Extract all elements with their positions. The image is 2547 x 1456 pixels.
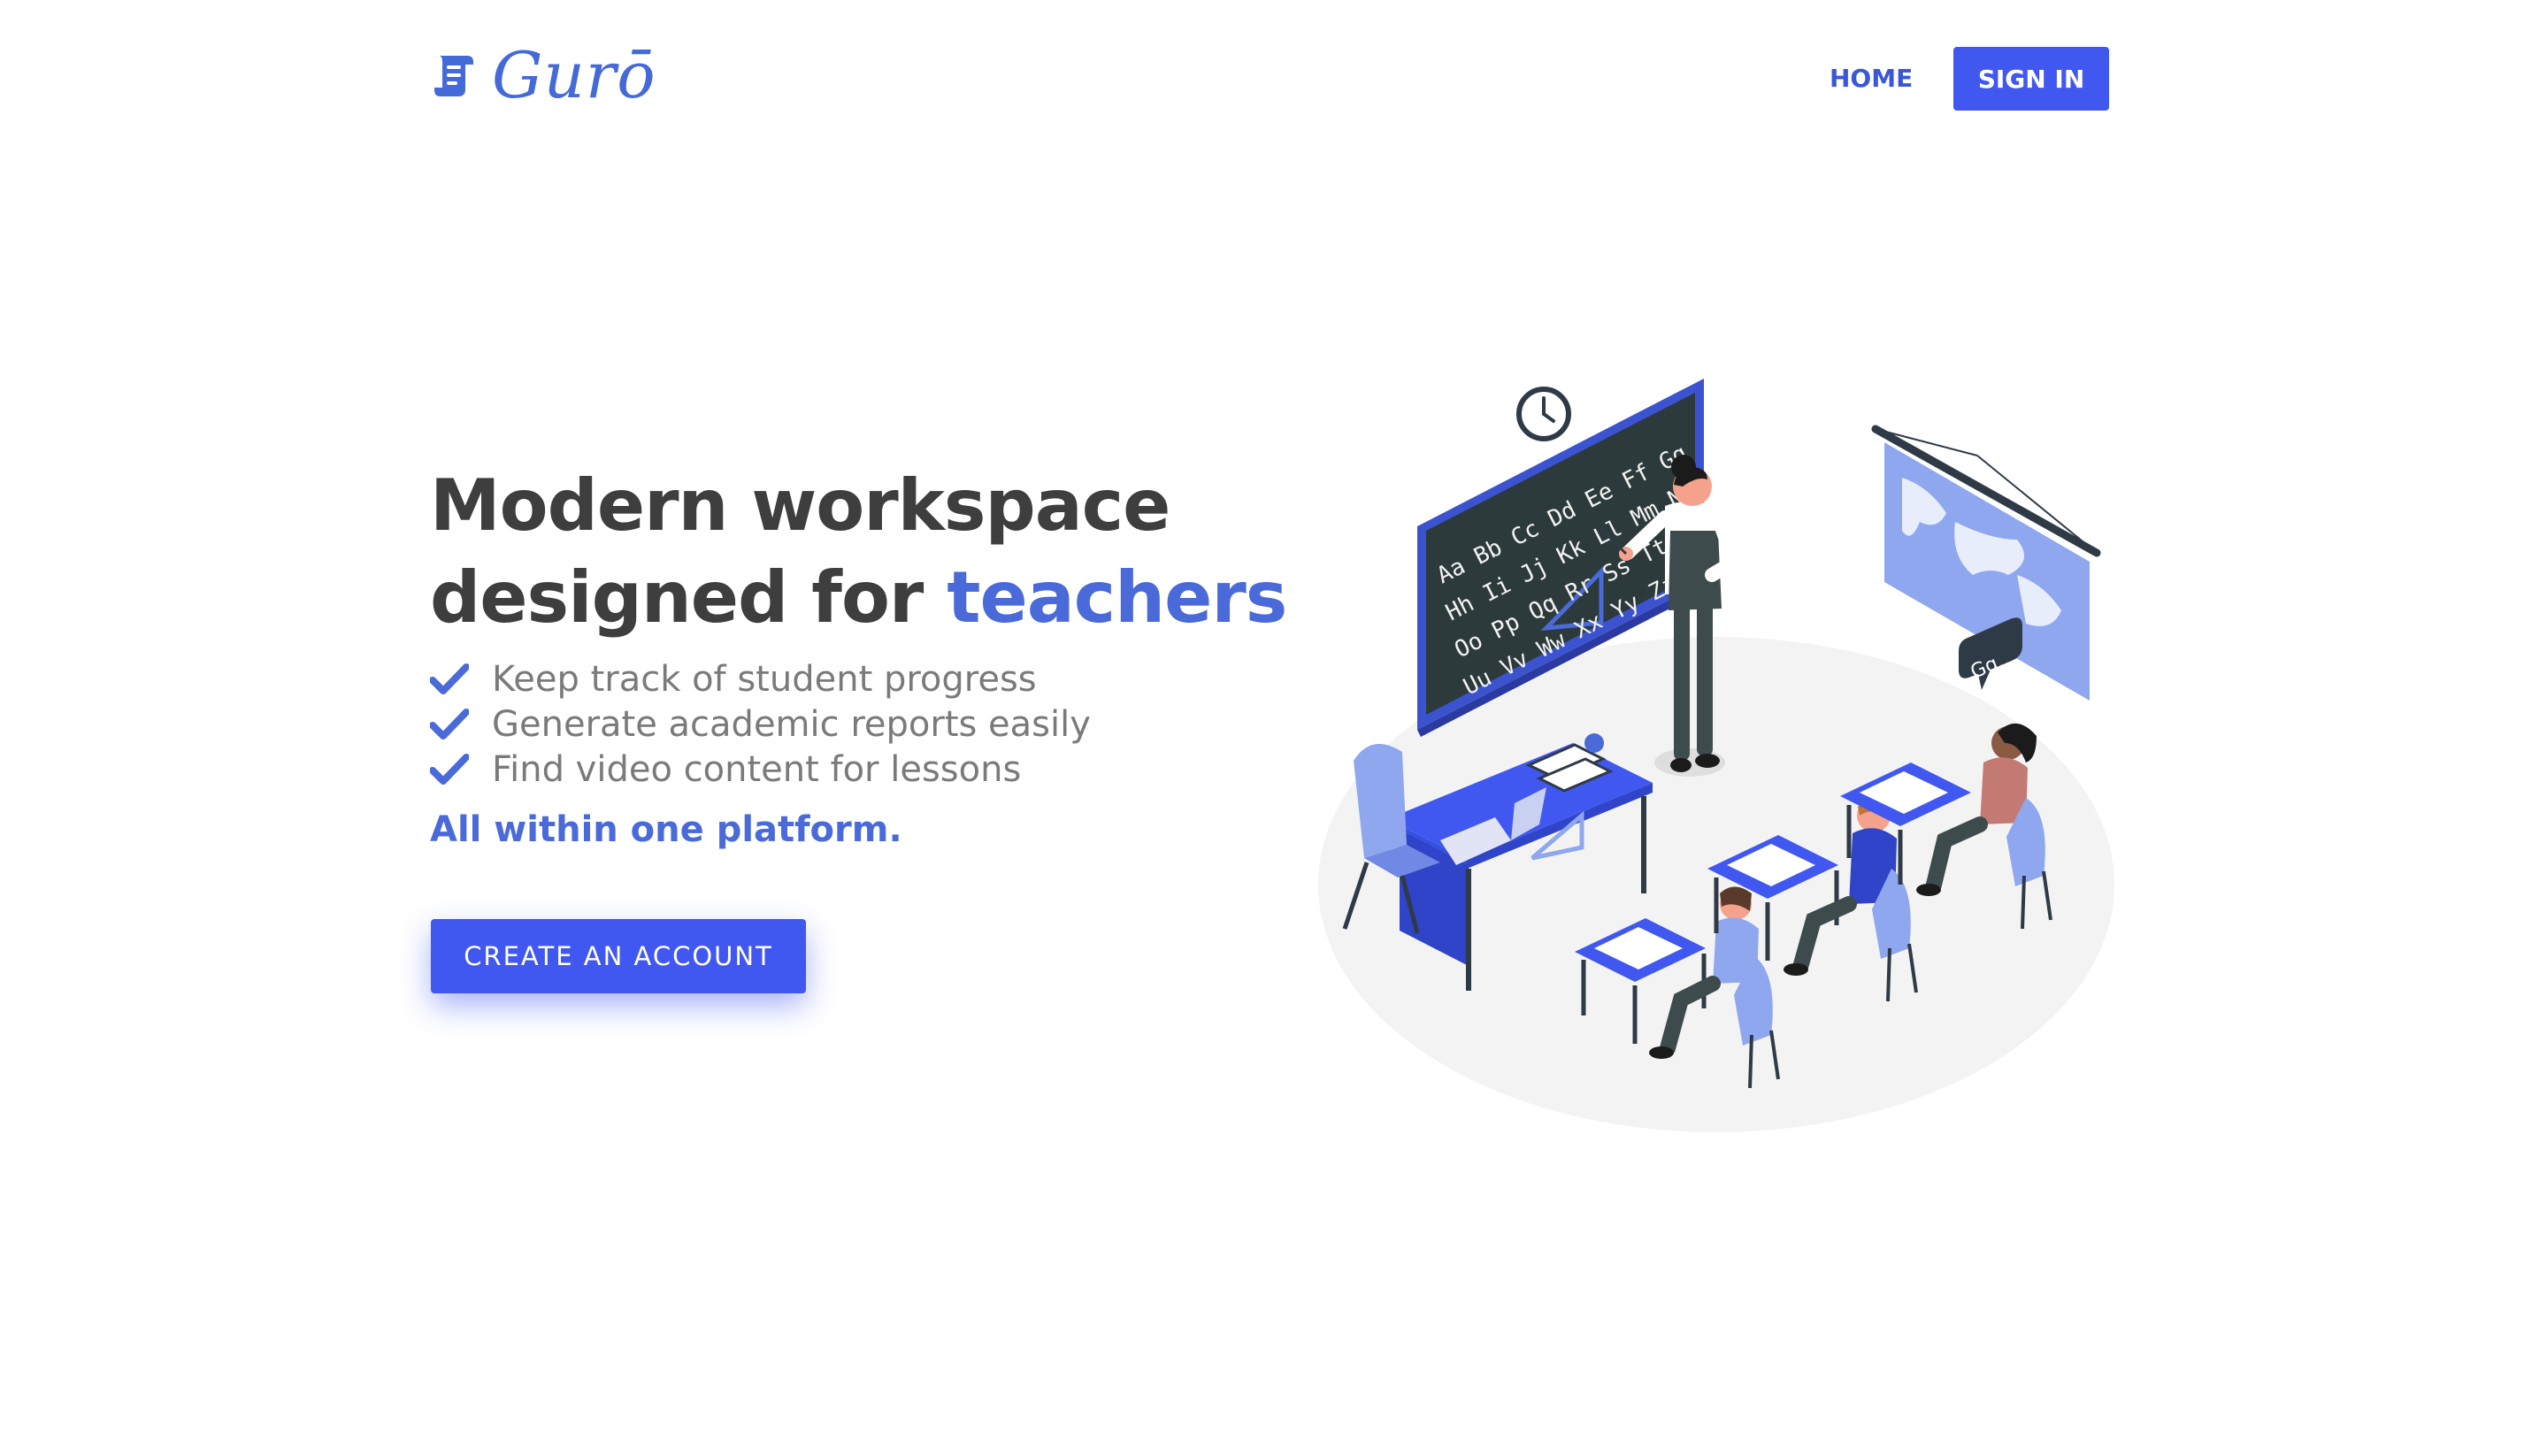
headline-line-2-prefix: designed for xyxy=(430,556,947,639)
feature-item: Generate academic reports easily xyxy=(430,701,1315,747)
brand-logo[interactable]: Gurō xyxy=(432,39,656,111)
create-account-button[interactable]: CREATE AN ACCOUNT xyxy=(431,919,806,993)
check-icon xyxy=(430,753,469,785)
logo-scroll-icon xyxy=(434,56,473,96)
feature-list: Keep track of student progress Generate … xyxy=(430,656,1315,792)
classroom-illustration: Aa Bb Cc Dd Ee Ff Gg Hh Ii Jj Kk Ll Mm N… xyxy=(1318,379,2114,1132)
landing-page: Gurō HOME SIGN IN Modern workspace desig… xyxy=(0,0,2547,1456)
hero-tagline: All within one platform. xyxy=(430,809,902,850)
headline-line-1: Modern workspace xyxy=(430,464,1170,547)
headline-accent: teachers xyxy=(947,556,1287,639)
feature-item: Keep track of student progress xyxy=(430,656,1315,701)
feature-text: Generate academic reports easily xyxy=(492,703,1091,745)
hero-section: Modern workspace designed for teachers K… xyxy=(430,460,1315,850)
sign-in-button[interactable]: SIGN IN xyxy=(1953,47,2109,111)
check-icon xyxy=(430,663,469,694)
check-icon xyxy=(430,708,469,739)
feature-text: Find video content for lessons xyxy=(492,748,1022,790)
logo-wordmark: Gurō xyxy=(492,38,656,112)
feature-text: Keep track of student progress xyxy=(492,658,1037,700)
feature-item: Find video content for lessons xyxy=(430,747,1315,792)
nav-home-link[interactable]: HOME xyxy=(1830,48,1913,110)
hero-headline: Modern workspace designed for teachers xyxy=(430,460,1315,644)
clock-icon xyxy=(1516,387,1571,441)
